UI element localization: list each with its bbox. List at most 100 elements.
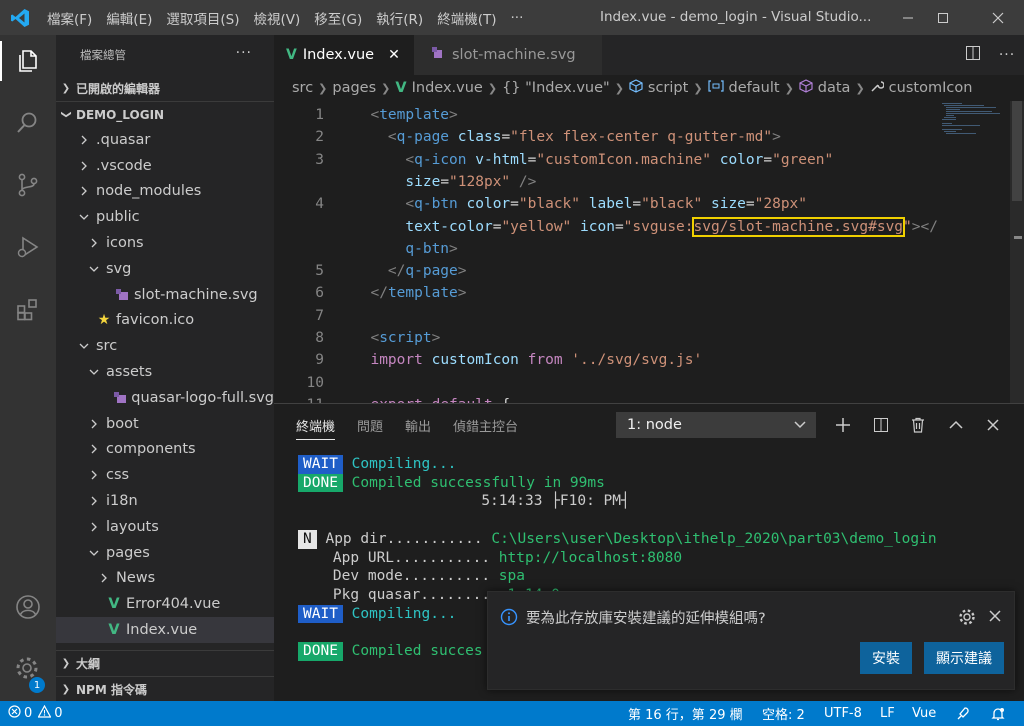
breadcrumb-item[interactable]: default (729, 80, 780, 96)
tab-slot-machine-svg[interactable]: slot-machine.svg (414, 35, 602, 75)
project-label: DEMO_LOGIN (76, 107, 165, 122)
menu-item[interactable]: 終端機(T) (430, 8, 503, 28)
gear-icon[interactable] (958, 608, 976, 630)
tree-folder[interactable]: i18n (56, 488, 274, 514)
tree-folder[interactable]: pages (56, 540, 274, 566)
code-token: > (772, 129, 781, 146)
tree-item-label: pages (106, 544, 150, 561)
manage-gear-icon[interactable]: 1 (0, 645, 56, 693)
tree-file[interactable]: V Error404.vue (56, 591, 274, 617)
trash-icon[interactable] (905, 412, 931, 438)
notifications-bell-icon[interactable] (990, 701, 1006, 726)
extensions-icon[interactable] (0, 285, 56, 333)
breadcrumb-item[interactable]: pages (332, 80, 376, 96)
tree-item-label: Index.vue (126, 622, 198, 639)
explorer-icon[interactable] (0, 37, 56, 85)
code-token: < (387, 129, 397, 146)
tree-file[interactable]: slot-machine.svg (56, 282, 274, 308)
tab-problems[interactable]: 問題 (357, 404, 383, 446)
tree-folder[interactable]: svg (56, 256, 274, 282)
maximize-panel-icon[interactable] (943, 412, 969, 438)
menu-item[interactable]: 檔案(F) (40, 8, 99, 28)
tab-debug-console[interactable]: 偵錯主控台 (453, 404, 518, 446)
breadcrumb-item[interactable]: {} "Index.vue" (502, 80, 610, 96)
outline-label: 大綱 (76, 657, 101, 671)
breadcrumb-item[interactable]: Index.vue (412, 80, 483, 96)
tree-folder[interactable]: News (56, 566, 274, 592)
end-of-line[interactable]: LF (880, 701, 895, 726)
show-recommendations-button[interactable]: 顯示建議 (924, 642, 1004, 674)
new-terminal-icon[interactable] (830, 412, 856, 438)
breadcrumb-item[interactable]: src (292, 80, 313, 96)
run-debug-icon[interactable] (0, 223, 56, 271)
minimap[interactable] (940, 101, 1010, 403)
svg-file-icon (432, 47, 444, 63)
vue-file-icon: V (108, 622, 120, 639)
tree-folder[interactable]: icons (56, 230, 274, 256)
feedback-icon[interactable] (955, 701, 971, 726)
terminal-select[interactable]: 1: node (616, 412, 816, 438)
accounts-icon[interactable] (0, 583, 56, 631)
language-mode[interactable]: Vue (912, 701, 936, 726)
split-terminal-icon[interactable] (868, 412, 894, 438)
chevron-down-icon (86, 548, 102, 558)
project-section[interactable]: ❯ DEMO_LOGIN (56, 101, 274, 127)
maximize-button[interactable] (920, 0, 966, 35)
source-control-icon[interactable] (0, 161, 56, 209)
chevron-right-icon: ❯ (614, 81, 624, 95)
tree-folder[interactable]: css (56, 462, 274, 488)
menu-item[interactable]: 選取項目(S) (159, 8, 246, 28)
code-line: text-color="yellow" icon="svguse:svg/slo… (353, 216, 938, 238)
install-button[interactable]: 安裝 (860, 642, 912, 674)
breadcrumb-item[interactable]: script (648, 80, 688, 96)
problems-status[interactable]: 0 0 (8, 701, 63, 726)
menu-item[interactable]: 移至(G) (307, 8, 369, 28)
tree-file[interactable]: ★ favicon.ico (56, 308, 274, 334)
menu-item[interactable]: ··· (503, 10, 530, 26)
search-icon[interactable] (0, 99, 56, 147)
outline-section[interactable]: ❯ 大綱 (56, 650, 274, 676)
tab-index-vue[interactable]: V Index.vue ✕ (274, 35, 414, 75)
tree-folder[interactable]: src (56, 333, 274, 359)
split-editor-icon[interactable] (956, 45, 990, 65)
open-editors-section[interactable]: ❯ 已開啟的編輯器 (56, 75, 274, 101)
menu-item[interactable]: 執行(R) (369, 8, 430, 28)
tree-folder[interactable]: .vscode (56, 153, 274, 179)
encoding[interactable]: UTF-8 (824, 701, 862, 726)
tree-folder[interactable]: boot (56, 411, 274, 437)
tree-folder[interactable]: node_modules (56, 179, 274, 205)
code-editor[interactable]: 1234567891011 <template> <q-page class="… (274, 101, 1024, 403)
tree-folder[interactable]: assets (56, 359, 274, 385)
indentation[interactable]: 空格: 2 (762, 701, 805, 726)
menu-item[interactable]: 檢視(V) (247, 8, 308, 28)
terminal-value: C:\Users\user\Desktop\ithelp_2020\part03… (491, 530, 937, 547)
vertical-scrollbar[interactable] (1010, 101, 1024, 403)
tree-file[interactable]: quasar-logo-full.svg (56, 385, 274, 411)
tree-file[interactable]: V Index.vue (56, 617, 274, 643)
tree-folder[interactable]: public (56, 204, 274, 230)
line-number: 6 (315, 285, 324, 302)
close-tab-icon[interactable]: ✕ (388, 47, 400, 63)
npm-scripts-section[interactable]: ❯ NPM 指令碼 (56, 676, 274, 701)
more-actions-icon[interactable]: ··· (990, 47, 1024, 63)
code-line: <q-icon v-html = "customIcon.machine" colo… (353, 149, 833, 171)
menu-item[interactable]: 編輯(E) (99, 8, 159, 28)
error-count: 0 (24, 706, 33, 721)
breadcrumb-item[interactable]: customIcon (889, 80, 973, 96)
close-notification-icon[interactable] (988, 609, 1002, 627)
more-actions-button[interactable]: ··· (236, 45, 252, 61)
tree-item-label: boot (106, 415, 139, 432)
breadcrumb-item[interactable]: data (818, 80, 851, 96)
close-panel-icon[interactable] (980, 412, 1006, 438)
tab-output[interactable]: 輸出 (405, 404, 431, 446)
tree-folder[interactable]: components (56, 437, 274, 463)
close-window-button[interactable] (975, 0, 1021, 35)
cursor-position[interactable]: 第 16 行，第 29 欄 (628, 701, 743, 726)
tab-terminal[interactable]: 終端機 (296, 404, 336, 446)
tree-folder[interactable]: layouts (56, 514, 274, 540)
code-token: /> (518, 173, 537, 190)
tree-folder[interactable]: .quasar (56, 127, 274, 153)
